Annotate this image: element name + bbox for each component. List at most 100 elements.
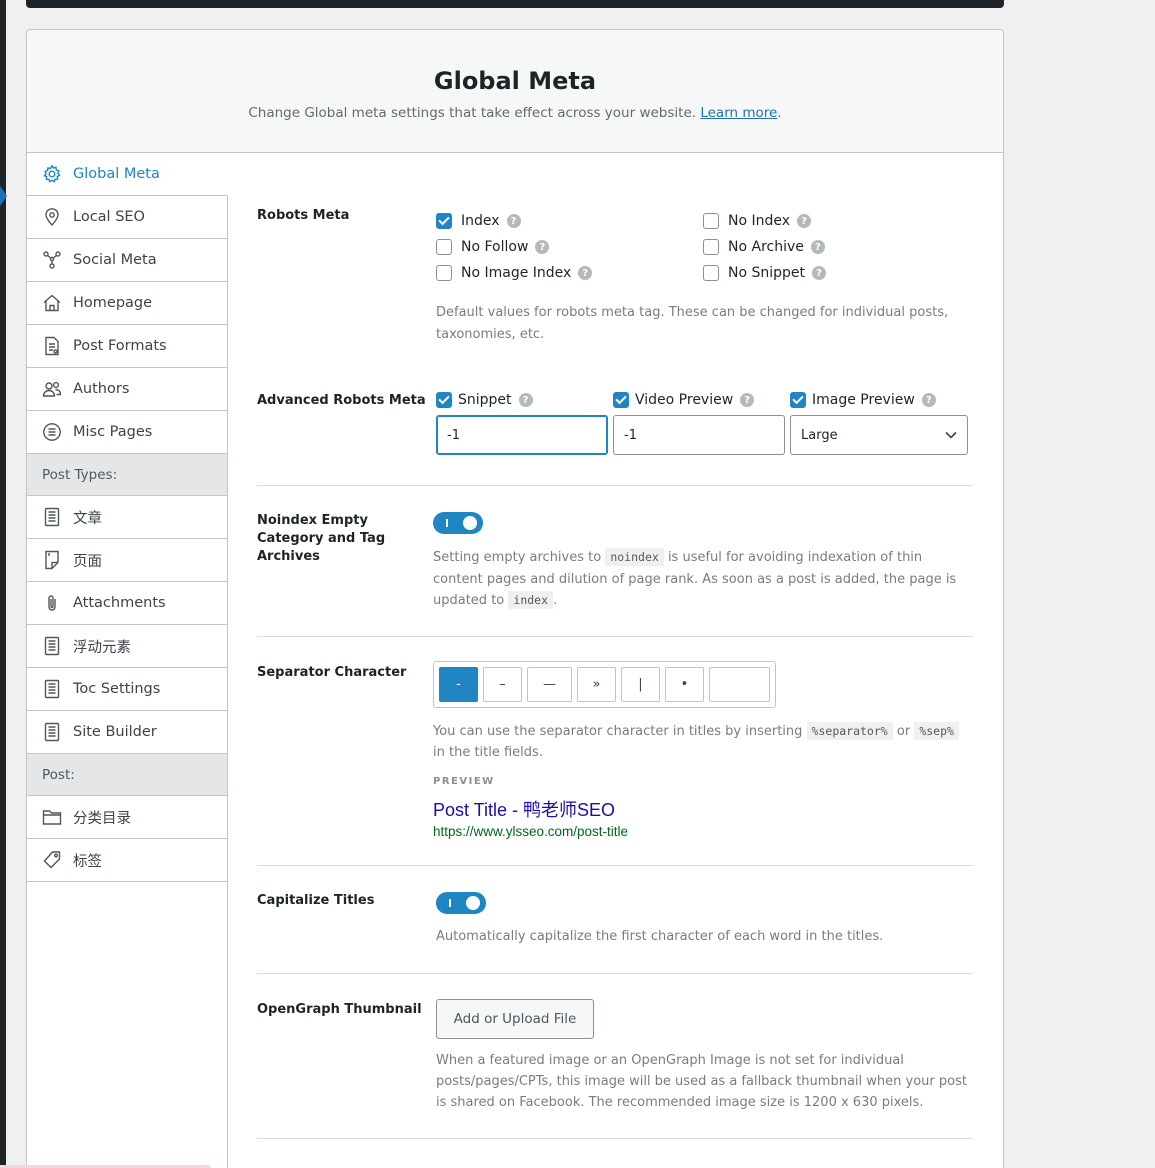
noindex-empty-field: Setting empty archives to noindex is use… — [433, 512, 973, 612]
help-icon[interactable]: ? — [506, 214, 521, 228]
sidebar-item-label: Attachments — [73, 595, 166, 611]
sidebar-item-post-formats[interactable]: Post Formats — [27, 325, 227, 368]
index-checkbox[interactable] — [436, 213, 452, 229]
add-upload-file-button[interactable]: Add or Upload File — [436, 999, 594, 1039]
help-icon[interactable]: ? — [810, 240, 825, 254]
robots-nofollow-option[interactable]: No Follow? — [436, 234, 703, 260]
separator-label: Separator Character — [257, 664, 407, 680]
separator-option-pipe[interactable]: | — [621, 666, 660, 702]
advanced-robots-row: Advanced Robots Meta Snippet? -1 Video P… — [257, 392, 973, 486]
post-icon — [42, 722, 62, 742]
video-preview-checkbox[interactable] — [613, 392, 629, 408]
help-icon[interactable]: ? — [535, 240, 550, 254]
snippet-option[interactable]: Snippet? — [436, 387, 608, 413]
opengraph-row: OpenGraph Thumbnail Add or Upload File W… — [257, 974, 973, 1139]
chevron-down-icon — [945, 431, 957, 439]
sidebar-item-site-builder[interactable]: Site Builder — [27, 711, 227, 754]
sidebar-item-attachments[interactable]: Attachments — [27, 582, 227, 625]
capitalize-toggle[interactable] — [436, 891, 486, 914]
image-preview-checkbox[interactable] — [790, 392, 806, 408]
page-header: Global Meta Change Global meta settings … — [27, 30, 1003, 153]
nofollow-checkbox[interactable] — [436, 239, 452, 255]
robots-meta-field: Index? No Index? No Follow? No Archive? … — [436, 208, 973, 345]
advanced-robots-field: Snippet? -1 Video Preview? -1 Image Prev… — [436, 392, 973, 455]
noindex-empty-label: Noindex Empty Category and Tag Archives — [257, 513, 386, 564]
separator-option-en-dash[interactable]: – — [483, 666, 522, 702]
help-icon[interactable]: ? — [812, 266, 827, 280]
settings-sidebar: Global Meta Local SEO Social Meta Homepa… — [27, 153, 228, 1168]
separator-option-bullet[interactable]: • — [665, 666, 704, 702]
robots-index-option[interactable]: Index? — [436, 208, 703, 234]
capitalize-description: Automatically capitalize the first chara… — [436, 928, 884, 944]
robots-noimageindex-option[interactable]: No Image Index? — [436, 260, 703, 286]
sidebar-item-global-meta[interactable]: Global Meta — [27, 153, 228, 196]
learn-more-link[interactable]: Learn more — [700, 105, 777, 121]
video-preview-group: Video Preview? -1 — [613, 392, 785, 455]
robots-noindex-option[interactable]: No Index? — [703, 208, 970, 234]
separator-custom-input[interactable] — [709, 666, 770, 702]
snippet-length-input[interactable]: -1 — [436, 415, 608, 455]
users-icon — [42, 379, 62, 399]
post-types-heading: Post Types: — [27, 454, 227, 496]
sidebar-item-page[interactable]: 页面 — [27, 539, 227, 582]
sidebar-item-misc-pages[interactable]: Misc Pages — [27, 411, 227, 454]
separator-option-raquo[interactable]: » — [577, 666, 616, 702]
help-icon[interactable]: ? — [921, 393, 936, 407]
location-pin-icon — [42, 207, 62, 227]
sidebar-item-social-meta[interactable]: Social Meta — [27, 239, 227, 282]
post-icon — [42, 679, 62, 699]
video-preview-input[interactable]: -1 — [613, 415, 785, 455]
sidebar-item-post[interactable]: 文章 — [27, 496, 227, 539]
opengraph-label: OpenGraph Thumbnail — [257, 1002, 422, 1017]
nosnippet-checkbox[interactable] — [703, 265, 719, 281]
robots-nosnippet-option[interactable]: No Snippet? — [703, 260, 970, 286]
page-icon — [42, 550, 62, 570]
preview-label: PREVIEW — [433, 775, 495, 787]
settings-content: Robots Meta Index? No Index? No Follow? … — [257, 153, 973, 1139]
robots-meta-description: Default values for robots meta tag. Thes… — [436, 305, 949, 342]
page-title: Global Meta — [433, 67, 597, 95]
sidebar-item-label: Local SEO — [73, 209, 145, 225]
noindex-empty-row: Noindex Empty Category and Tag Archives … — [257, 486, 973, 637]
advanced-robots-label: Advanced Robots Meta — [257, 393, 426, 408]
sidebar-item-toc-settings[interactable]: Toc Settings — [27, 668, 227, 711]
sidebar-item-tags[interactable]: 标签 — [27, 839, 227, 882]
separator-option-hyphen[interactable]: - — [439, 666, 478, 702]
capitalize-label: Capitalize Titles — [257, 892, 375, 908]
sidebar-item-label: Global Meta — [73, 166, 160, 182]
sidebar-item-homepage[interactable]: Homepage — [27, 282, 227, 325]
folder-icon — [42, 807, 62, 827]
post-icon — [42, 636, 62, 656]
noimageindex-checkbox[interactable] — [436, 265, 452, 281]
sidebar-item-label: Toc Settings — [73, 681, 161, 697]
help-icon[interactable]: ? — [740, 393, 755, 407]
sidebar-item-categories[interactable]: 分类目录 — [27, 796, 227, 839]
help-icon[interactable]: ? — [518, 393, 533, 407]
settings-panel: Global Meta Change Global meta settings … — [26, 29, 1004, 1168]
sidebar-item-local-seo[interactable]: Local SEO — [27, 196, 227, 239]
separator-option-em-dash[interactable]: — — [527, 666, 572, 702]
help-icon[interactable]: ? — [578, 266, 593, 280]
robots-noarchive-option[interactable]: No Archive? — [703, 234, 970, 260]
list-circle-icon — [42, 422, 62, 442]
separator-options: - – — » | • — [433, 660, 776, 708]
video-preview-option[interactable]: Video Preview? — [613, 387, 785, 413]
paperclip-icon — [42, 593, 62, 613]
admin-menu-edge — [0, 0, 7, 1168]
snippet-checkbox[interactable] — [436, 392, 452, 408]
noindex-checkbox[interactable] — [703, 213, 719, 229]
image-preview-select[interactable]: Large — [790, 415, 968, 455]
sidebar-item-label: 浮动元素 — [73, 639, 131, 656]
robots-meta-label: Robots Meta — [257, 208, 350, 223]
sidebar-item-label: Authors — [73, 381, 130, 397]
top-panel — [26, 0, 1004, 8]
sidebar-item-authors[interactable]: Authors — [27, 368, 227, 411]
noarchive-checkbox[interactable] — [703, 239, 719, 255]
sidebar-item-label: Misc Pages — [73, 424, 153, 440]
noindex-empty-toggle[interactable] — [433, 512, 483, 534]
sidebar-item-floating-elements[interactable]: 浮动元素 — [27, 625, 227, 668]
opengraph-field: Add or Upload File When a featured image… — [436, 999, 973, 1113]
image-preview-option[interactable]: Image Preview? — [790, 387, 968, 413]
help-icon[interactable]: ? — [797, 214, 812, 228]
robots-meta-options: Index? No Index? No Follow? No Archive? … — [436, 208, 973, 286]
